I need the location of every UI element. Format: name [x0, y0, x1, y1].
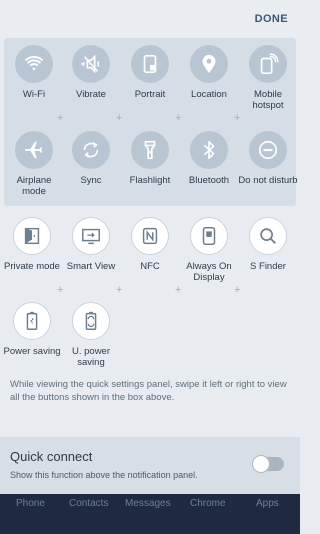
quick-connect-description: Show this function above the notificatio… [10, 470, 198, 480]
toggle-knob [252, 455, 270, 473]
add-slot-icon: + [234, 112, 241, 124]
ultra-power-saving-icon [72, 302, 110, 340]
tile-location[interactable]: Location [179, 45, 239, 100]
do-not-disturb-icon [249, 131, 287, 169]
tile-label: Flashlight [129, 175, 171, 186]
tile-wifi[interactable]: Wi-Fi [4, 45, 64, 100]
quick-connect-toggle[interactable] [252, 455, 284, 473]
dock-phone[interactable]: Phone [16, 498, 45, 509]
always-on-display-icon [190, 217, 228, 255]
tile-label: Wi-Fi [22, 89, 46, 100]
screen-rotation-icon [131, 45, 169, 83]
tile-label: Bluetooth [188, 175, 230, 186]
tile-sync[interactable]: Sync [61, 131, 121, 186]
tile-s-finder[interactable]: S Finder [238, 217, 298, 272]
vibrate-icon [72, 45, 110, 83]
tile-label: Mobile hotspot [252, 89, 284, 111]
tile-flashlight[interactable]: Flashlight [120, 131, 180, 186]
tile-label: Private mode [4, 261, 60, 272]
tile-label: Sync [80, 175, 102, 186]
tile-power-saving[interactable]: Power saving [2, 302, 62, 357]
hotspot-icon [249, 45, 287, 83]
nfc-icon [131, 217, 169, 255]
tile-always-on-display[interactable]: Always On Display [179, 217, 239, 283]
tile-bluetooth[interactable]: Bluetooth [179, 131, 239, 186]
add-slot-icon: + [175, 112, 182, 124]
quick-connect-row[interactable]: Quick connect Show this function above t… [0, 437, 300, 494]
dock-chrome[interactable]: Chrome [190, 498, 226, 509]
dock-contacts[interactable]: Contacts [69, 498, 108, 509]
tile-label: Location [191, 89, 227, 100]
tile-label: NFC [140, 261, 160, 272]
search-icon [249, 217, 287, 255]
tile-do-not-disturb[interactable]: Do not disturb [238, 131, 298, 186]
add-slot-icon: + [234, 284, 241, 296]
battery-icon [13, 302, 51, 340]
tile-portrait[interactable]: Portrait [120, 45, 180, 100]
tile-label: Vibrate [76, 89, 106, 100]
add-slot-icon: + [116, 284, 123, 296]
private-mode-icon [13, 217, 51, 255]
tile-airplane-mode[interactable]: Airplane mode [4, 131, 64, 197]
airplane-icon [15, 131, 53, 169]
add-slot-icon: + [175, 284, 182, 296]
done-button[interactable]: DONE [255, 13, 288, 25]
flashlight-icon [131, 131, 169, 169]
sync-icon [72, 131, 110, 169]
tile-nfc[interactable]: NFC [120, 217, 180, 272]
smart-view-icon [72, 217, 110, 255]
swipe-hint-text: While viewing the quick settings panel, … [10, 379, 287, 403]
dock-messages[interactable]: Messages [125, 498, 171, 509]
add-slot-icon: + [116, 112, 123, 124]
tile-label: Smart View [66, 261, 116, 272]
tile-mobile-hotspot[interactable]: Mobile hotspot [238, 45, 298, 111]
tile-smart-view[interactable]: Smart View [61, 217, 121, 272]
tile-vibrate[interactable]: Vibrate [61, 45, 121, 100]
home-dock: Phone Contacts Messages Chrome Apps [0, 494, 300, 534]
tile-label: U. power saving [71, 346, 110, 368]
bluetooth-icon [190, 131, 228, 169]
location-pin-icon [190, 45, 228, 83]
tile-label: Portrait [134, 89, 166, 100]
add-slot-icon: + [57, 284, 64, 296]
wifi-icon [15, 45, 53, 83]
add-slot-icon: + [57, 112, 64, 124]
tile-ultra-power-saving[interactable]: U. power saving [61, 302, 121, 368]
tile-label: S Finder [250, 261, 286, 272]
dock-apps[interactable]: Apps [256, 498, 279, 509]
quick-connect-title: Quick connect [10, 449, 93, 464]
tile-label: Always On Display [186, 261, 232, 283]
top-bar: DONE [0, 0, 300, 38]
tile-label: Power saving [3, 346, 61, 357]
tile-private-mode[interactable]: Private mode [2, 217, 62, 272]
tile-label: Airplane mode [16, 175, 52, 197]
tile-label: Do not disturb [238, 175, 298, 186]
active-quick-settings-panel: Wi-Fi Vibrate Portrait Location Mobile h… [4, 38, 298, 206]
